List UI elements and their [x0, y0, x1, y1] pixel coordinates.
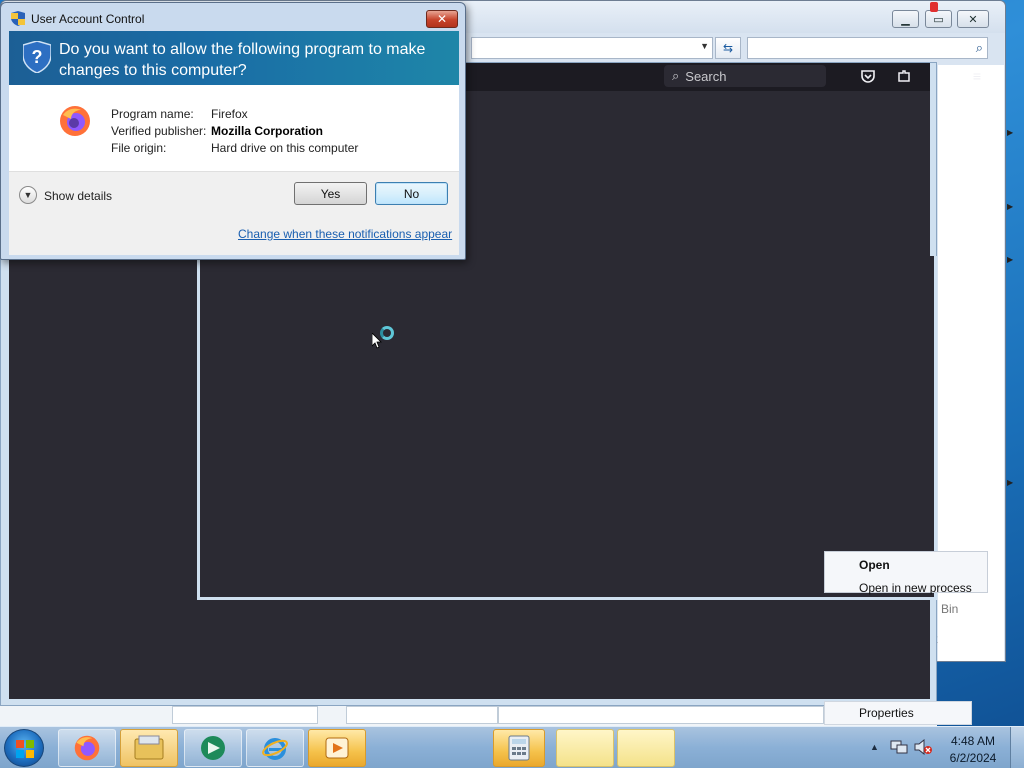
program-name-value: Firefox — [211, 107, 248, 121]
firefox-inner-window — [197, 256, 937, 600]
show-details-link[interactable]: Show details — [44, 189, 112, 203]
chevron-down-icon[interactable]: ▼ — [19, 186, 37, 204]
taskbar: ▲ 4:48 AM 6/2/2024 — [0, 726, 1024, 768]
taskbar-calculator-button[interactable] — [493, 729, 545, 767]
volume-muted-icon[interactable] — [914, 739, 932, 755]
uac-dialog: User Account Control ✕ ? Do you want to … — [0, 2, 466, 260]
uac-footer: ▼ Show details Yes No Change when these … — [9, 171, 459, 255]
status-segment — [346, 706, 498, 724]
change-notifications-link[interactable]: Change when these notifications appear — [238, 227, 452, 241]
taskbar-ie-button[interactable] — [246, 729, 304, 767]
publisher-value: Mozilla Corporation — [211, 124, 323, 138]
taskbar-window-button[interactable] — [617, 729, 675, 767]
context-menu-open-new-process[interactable]: Open in new process — [859, 581, 972, 595]
no-button[interactable]: No — [375, 182, 448, 205]
chevron-down-icon[interactable]: ▼ — [700, 41, 709, 51]
media-player-icon — [325, 737, 349, 759]
folder-icon — [134, 735, 164, 760]
expand-arrow-icon[interactable]: ▶ — [1007, 202, 1015, 211]
file-origin-value: Hard drive on this computer — [211, 141, 359, 155]
busy-spinner-icon — [380, 326, 394, 340]
clock-time[interactable]: 4:48 AM — [946, 734, 1000, 748]
expand-arrow-icon[interactable]: ▶ — [1007, 255, 1015, 264]
close-button[interactable]: ✕ — [426, 10, 458, 28]
expand-arrow-icon[interactable]: ▶ — [1007, 478, 1015, 487]
maximize-button[interactable]: ▭ — [925, 10, 952, 28]
context-menu-open[interactable]: Open — [859, 558, 890, 572]
start-button[interactable] — [4, 729, 44, 767]
internet-explorer-icon — [262, 738, 288, 760]
firefox-search-placeholder: Search — [685, 68, 727, 84]
firefox-icon — [60, 106, 90, 136]
context-menu: Open Open in new process — [824, 551, 988, 595]
pocket-icon[interactable] — [858, 66, 878, 86]
taskbar-firefox-button[interactable] — [58, 729, 116, 767]
close-button[interactable]: ✕ — [957, 10, 989, 28]
menu-icon[interactable]: ≡ — [967, 66, 987, 86]
search-icon: ⌕ — [975, 40, 983, 55]
yes-button[interactable]: Yes — [294, 182, 367, 205]
firefox-search-bar[interactable]: ⌕ Search — [664, 65, 826, 87]
program-name-label: Program name: — [111, 107, 194, 121]
address-bar[interactable]: ▼ — [471, 37, 713, 59]
svg-text:?: ? — [32, 47, 43, 67]
refresh-button[interactable]: ⇆ — [715, 37, 741, 59]
uac-titlebar[interactable]: User Account Control ✕ — [1, 3, 465, 31]
file-origin-label: File origin: — [111, 141, 167, 155]
network-icon[interactable] — [890, 739, 908, 755]
tray-expand-icon[interactable]: ▲ — [870, 742, 879, 752]
shield-icon — [11, 11, 25, 26]
taskbar-media-player-button[interactable] — [308, 729, 366, 767]
minimize-button[interactable]: ▁ — [892, 10, 919, 28]
uac-body: Program name: Firefox Verified publisher… — [9, 85, 459, 171]
question-shield-icon: ? — [23, 41, 51, 73]
uac-title: User Account Control — [31, 12, 145, 26]
taskbar-media-center-button[interactable] — [184, 729, 242, 767]
status-segment — [498, 706, 824, 724]
uac-question: Do you want to allow the following progr… — [59, 41, 426, 79]
explorer-search-input[interactable]: ⌕ — [747, 37, 988, 59]
notification-badge-icon — [930, 2, 938, 12]
extensions-icon[interactable] — [894, 66, 914, 86]
media-center-icon — [201, 736, 225, 760]
show-desktop-button[interactable] — [1010, 727, 1024, 768]
expand-arrow-icon[interactable]: ▶ — [1007, 128, 1015, 137]
clock-date[interactable]: 6/2/2024 — [946, 751, 1000, 765]
search-icon: ⌕ — [672, 68, 680, 83]
firefox-icon — [74, 735, 100, 761]
publisher-label: Verified publisher: — [111, 124, 207, 138]
properties-label: Properties — [859, 706, 914, 720]
calculator-icon — [508, 735, 530, 761]
taskbar-explorer-button[interactable] — [120, 729, 178, 767]
uac-header: ? Do you want to allow the following pro… — [9, 31, 459, 85]
context-menu-properties[interactable]: Properties — [824, 701, 972, 725]
taskbar-window-button[interactable] — [556, 729, 614, 767]
status-segment — [172, 706, 318, 724]
recycle-bin-label[interactable]: Bin — [941, 602, 958, 616]
windows-logo-icon — [16, 740, 34, 758]
